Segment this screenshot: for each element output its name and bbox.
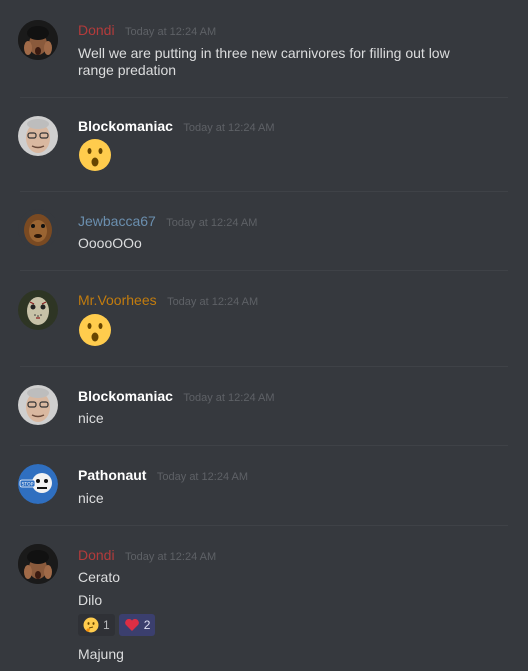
message-author[interactable]: Dondi bbox=[78, 547, 115, 563]
message-divider bbox=[20, 525, 508, 526]
message-divider bbox=[20, 445, 508, 446]
hushed-face-icon bbox=[79, 314, 111, 346]
avatar[interactable]: STOP bbox=[18, 464, 58, 504]
avatar[interactable] bbox=[18, 20, 58, 60]
message-text: Well we are putting in three new carnivo… bbox=[78, 45, 450, 61]
avatar[interactable] bbox=[18, 544, 58, 584]
avatar[interactable] bbox=[18, 116, 58, 156]
avatar[interactable] bbox=[18, 385, 58, 425]
message-author[interactable]: Dondi bbox=[78, 22, 115, 38]
message-text: Majung bbox=[78, 646, 124, 662]
message-timestamp: Today at 12:24 AM bbox=[183, 392, 275, 404]
svg-text:STOP: STOP bbox=[22, 482, 34, 488]
message-author[interactable]: Blockomaniac bbox=[78, 388, 173, 404]
avatar[interactable] bbox=[18, 209, 58, 249]
message-divider bbox=[20, 366, 508, 367]
message-timestamp: Today at 12:24 AM bbox=[156, 471, 249, 483]
message-text: nice bbox=[78, 490, 104, 506]
reaction-thinking[interactable]: 1 bbox=[78, 614, 115, 636]
reaction-count: 1 bbox=[103, 618, 110, 632]
message-text: OoooOOo bbox=[78, 235, 142, 251]
message-timestamp: Today at 12:24 AM bbox=[166, 217, 258, 229]
reaction-count: 2 bbox=[143, 618, 151, 632]
message-text: range predation bbox=[78, 62, 177, 78]
message-timestamp: Today at 12:24 AM bbox=[125, 26, 217, 38]
chat-log: Dondi Today at 12:24 AM Well we are putt… bbox=[0, 0, 528, 671]
message-author[interactable]: Mr.Voorhees bbox=[78, 292, 157, 308]
message-text: Dilo bbox=[78, 592, 103, 608]
avatar[interactable] bbox=[18, 290, 58, 330]
message-timestamp: Today at 12:24 AM bbox=[125, 551, 217, 563]
hushed-face-icon bbox=[79, 139, 111, 171]
message-text: Cerato bbox=[78, 569, 121, 585]
message-author[interactable]: Pathonaut bbox=[78, 467, 146, 483]
message-author[interactable]: Jewbacca67 bbox=[78, 213, 156, 229]
message-divider bbox=[20, 97, 508, 98]
reaction-heart[interactable]: 2 bbox=[118, 614, 156, 636]
message-divider bbox=[20, 191, 508, 192]
message-author[interactable]: Blockomaniac bbox=[78, 118, 173, 134]
thinking-face-icon bbox=[83, 617, 99, 633]
message-divider bbox=[20, 270, 508, 271]
message-timestamp: Today at 12:24 AM bbox=[167, 296, 259, 308]
message-text: nice bbox=[78, 410, 104, 426]
message-timestamp: Today at 12:24 AM bbox=[183, 122, 275, 134]
red-heart-icon bbox=[124, 618, 139, 631]
